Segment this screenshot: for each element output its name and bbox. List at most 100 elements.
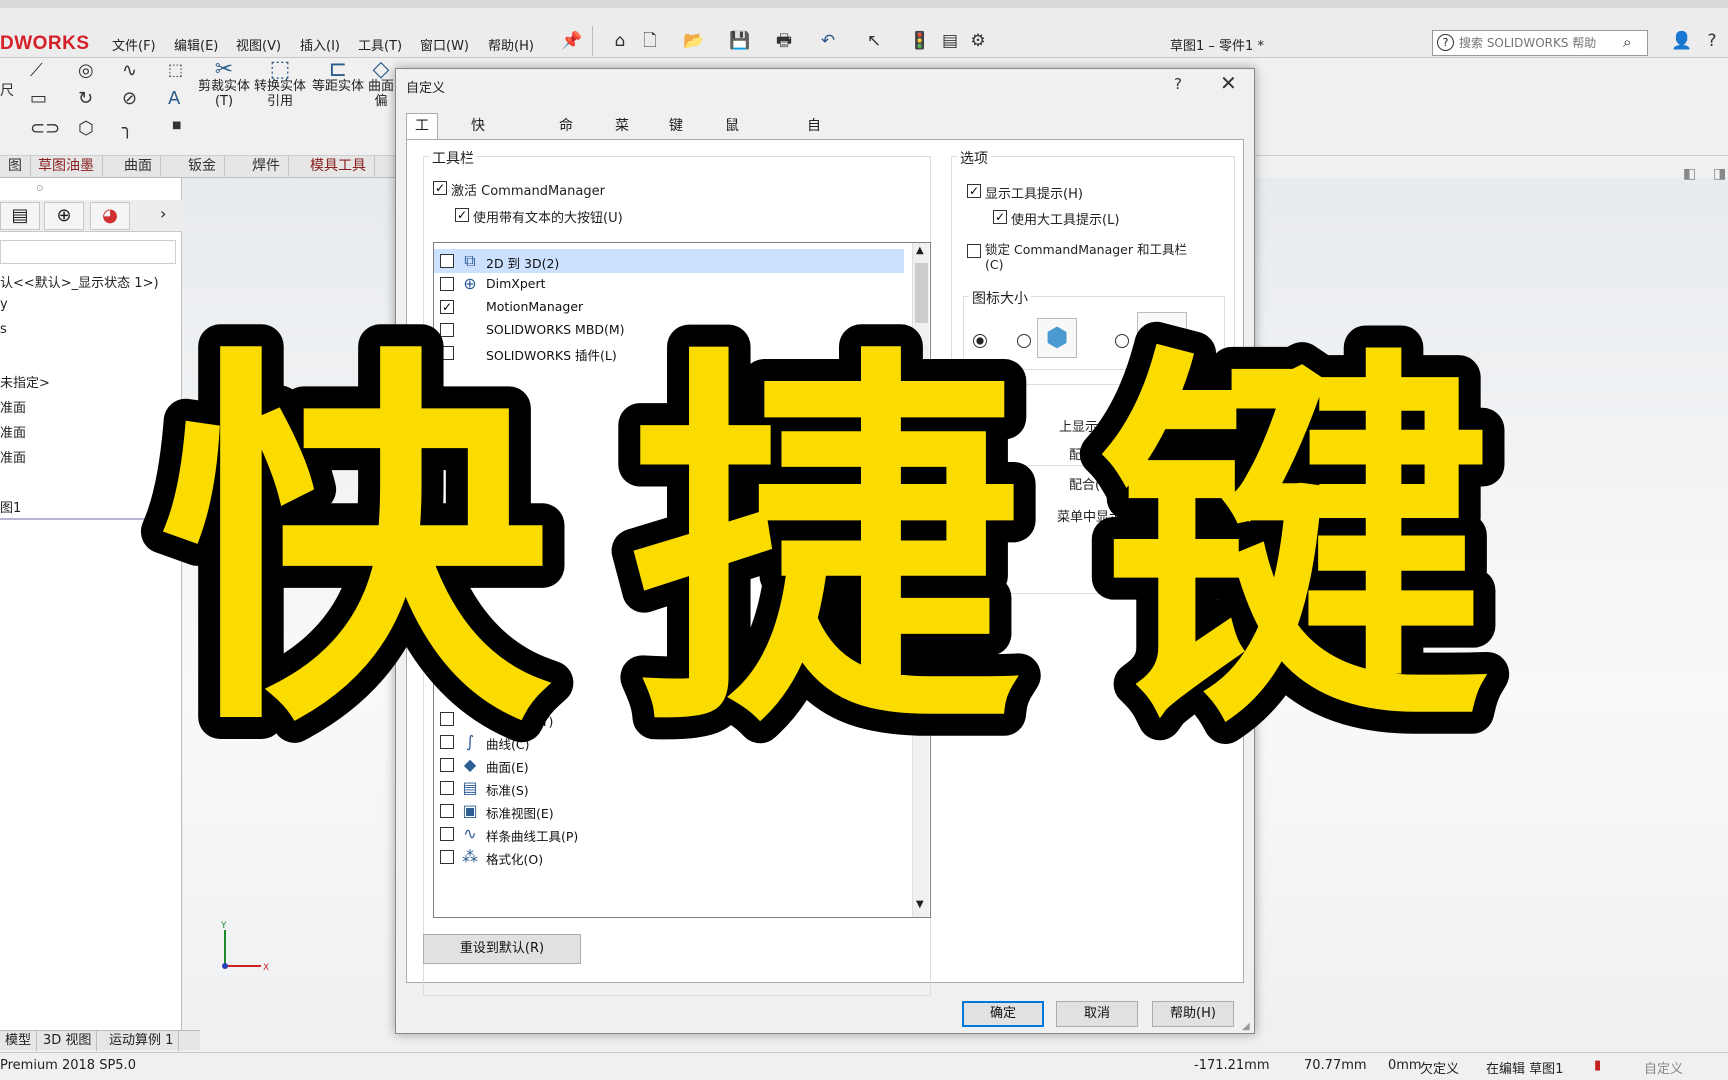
toolbar-checkbox[interactable] (440, 804, 454, 818)
convert-entities-button[interactable]: ⬚ 转换实体引用 (254, 59, 306, 110)
trim-entities-button[interactable]: ✂ 剪裁实体(T) (198, 59, 250, 110)
toolbar-checkbox[interactable] (440, 254, 454, 268)
toolbar-list-row[interactable]: ∿ 样条曲线工具(P) (434, 822, 904, 846)
ok-button[interactable]: 确定 (962, 1001, 1044, 1027)
show-tooltips-checkbox[interactable]: ✓ (967, 184, 981, 198)
print-icon[interactable]: 🖶 (772, 30, 796, 52)
tab-sketch-ink[interactable]: 草图油墨 (30, 156, 103, 178)
tree-item-display-state[interactable]: 认<<默认>_显示状态 1>) (0, 272, 159, 291)
close-icon[interactable]: ✕ (1220, 71, 1237, 95)
help-question-icon[interactable]: ? (1700, 30, 1724, 52)
menu-edit[interactable]: 编辑(E) (174, 35, 218, 54)
tab-sheet-metal[interactable]: 钣金 (180, 156, 225, 178)
tab-toolbars[interactable]: 工具栏 (406, 113, 438, 184)
menu-tools[interactable]: 工具(T) (358, 35, 402, 54)
rectangle-icon[interactable]: ▭ (30, 88, 47, 109)
tab-commands[interactable]: 命令 (550, 113, 582, 159)
tab-mouse-gestures[interactable]: 鼠标笔势 (716, 113, 748, 209)
chevron-right-icon[interactable]: › (160, 204, 166, 223)
tab-menus[interactable]: 菜单 (606, 113, 638, 159)
select-arrow-icon[interactable]: ↖ (862, 30, 886, 52)
tree-item-sketch1[interactable]: 图1 (0, 497, 21, 516)
lock-cm-checkbox[interactable] (967, 244, 981, 258)
circle-icon[interactable]: ◎ (78, 60, 94, 81)
large-tooltips-checkbox[interactable]: ✓ (993, 210, 1007, 224)
cancel-button[interactable]: 取消 (1056, 1001, 1138, 1027)
toolbar-checkbox[interactable] (440, 758, 454, 772)
offset-entities-button[interactable]: ⊏ 等距实体 (312, 59, 364, 95)
display-manager-icon[interactable]: ◕ (90, 202, 130, 230)
tab-3d-views[interactable]: 3D 视图 (38, 1031, 98, 1051)
toolbar-list-row[interactable]: ▤ 标准(S) (434, 776, 904, 800)
toolbar-checkbox[interactable] (440, 827, 454, 841)
new-document-icon[interactable]: 🗋 (638, 30, 662, 52)
tree-item-front-plane[interactable]: 准面 (0, 397, 26, 416)
tree-item-right-plane[interactable]: 准面 (0, 447, 26, 466)
tree-item-top-plane[interactable]: 准面 (0, 422, 26, 441)
text-icon[interactable]: A (168, 88, 180, 109)
help-button[interactable]: 帮助(H) (1152, 1001, 1234, 1027)
arc-icon[interactable]: ↻ (78, 88, 93, 109)
large-buttons-checkbox[interactable]: ✓ (455, 208, 469, 222)
collapse-panel-icon[interactable]: ◧ (1683, 166, 1696, 182)
toolbar-checkbox[interactable] (440, 850, 454, 864)
expand-panel-icon[interactable]: ◨ (1713, 166, 1726, 182)
dialog-help-icon[interactable]: ? (1174, 75, 1182, 93)
resize-grip-icon[interactable]: ◢ (1242, 1021, 1250, 1032)
toolbar-checkbox[interactable] (440, 277, 454, 291)
toolbar-list-row[interactable]: ▣ 标准视图(E) (434, 799, 904, 823)
point-icon[interactable]: ■ (172, 120, 181, 131)
toolbar-list-row[interactable]: ⁂ 格式化(O) (434, 845, 904, 869)
tab-motion-study[interactable]: 运动算例 1 (104, 1031, 180, 1051)
rebuild-traffic-light-icon[interactable]: 🚦 (908, 30, 932, 52)
activate-cm-checkbox[interactable]: ✓ (433, 181, 447, 195)
menu-view[interactable]: 视图(V) (236, 35, 281, 54)
tab-mold-tools[interactable]: 模具工具 (302, 156, 375, 178)
tree-item-sensors[interactable]: s (0, 322, 7, 337)
rebuild-status-icon[interactable]: ▮ (1594, 1058, 1601, 1073)
toolbar-list-row[interactable]: ⧉ 2D 到 3D(2) (434, 249, 904, 273)
reset-to-default-button[interactable]: 重设到默认(R) (423, 934, 581, 964)
pin-icon[interactable]: 📌 (560, 30, 584, 52)
toolbar-list-row[interactable]: ⊕ DimXpert (434, 272, 904, 296)
user-account-icon[interactable]: 👤 (1670, 30, 1694, 52)
line-icon[interactable]: ⟋ (30, 60, 43, 81)
menu-window[interactable]: 窗口(W) (420, 35, 469, 54)
smart-dimension-label[interactable]: 尺 (0, 80, 14, 100)
tab-surfaces[interactable]: 曲面 (116, 156, 161, 178)
spline-icon[interactable]: ∿ (122, 60, 137, 81)
tab-sketch-partial[interactable]: 图 (0, 156, 31, 178)
file-properties-icon[interactable]: ▤ (938, 30, 962, 52)
tab-shortcut-bars[interactable]: 快捷方式栏 (462, 113, 494, 234)
home-icon[interactable]: ⌂ (608, 30, 632, 52)
custom-units[interactable]: 自定义 (1644, 1058, 1683, 1077)
tree-filter-box[interactable] (0, 240, 176, 264)
tab-customization[interactable]: 自定义 (798, 113, 830, 184)
scroll-up-icon[interactable]: ▲ (916, 245, 924, 256)
polygon-icon[interactable]: ⬡ (78, 118, 94, 139)
surface-offset-button[interactable]: ◇ 曲面偏 (366, 62, 396, 109)
fillet-icon[interactable]: ╮ (122, 118, 133, 139)
ellipse-icon[interactable]: ⊘ (122, 88, 137, 109)
tab-model[interactable]: 模型 (0, 1031, 38, 1051)
undo-icon[interactable]: ↶ (816, 30, 840, 52)
menu-file[interactable]: 文件(F) (112, 35, 156, 54)
help-search-input[interactable] (1459, 34, 1619, 52)
tree-item-material[interactable]: 未指定> (0, 372, 50, 391)
search-icon[interactable]: ⌕ (1623, 33, 1631, 51)
property-manager-icon[interactable]: ▤ (0, 202, 40, 230)
toolbar-checkbox[interactable] (440, 781, 454, 795)
open-icon[interactable]: 📂 (682, 30, 706, 52)
help-search-box[interactable]: ? ⌕ (1432, 30, 1648, 56)
save-icon[interactable]: 💾 (728, 30, 752, 52)
scroll-down-icon[interactable]: ▼ (916, 899, 924, 910)
menu-help[interactable]: 帮助(H) (488, 35, 534, 54)
tab-keyboard[interactable]: 键盘 (660, 113, 692, 159)
options-gear-icon[interactable]: ⚙ (966, 30, 990, 52)
construction-icon[interactable]: ⬚ (168, 60, 183, 79)
dimxpert-manager-icon[interactable]: ⊕ (44, 202, 84, 230)
tree-item-history[interactable]: y (0, 297, 8, 312)
menu-insert[interactable]: 插入(I) (300, 35, 340, 54)
panel-grip[interactable]: ⊙ (36, 184, 44, 194)
tab-weldments[interactable]: 焊件 (244, 156, 289, 178)
